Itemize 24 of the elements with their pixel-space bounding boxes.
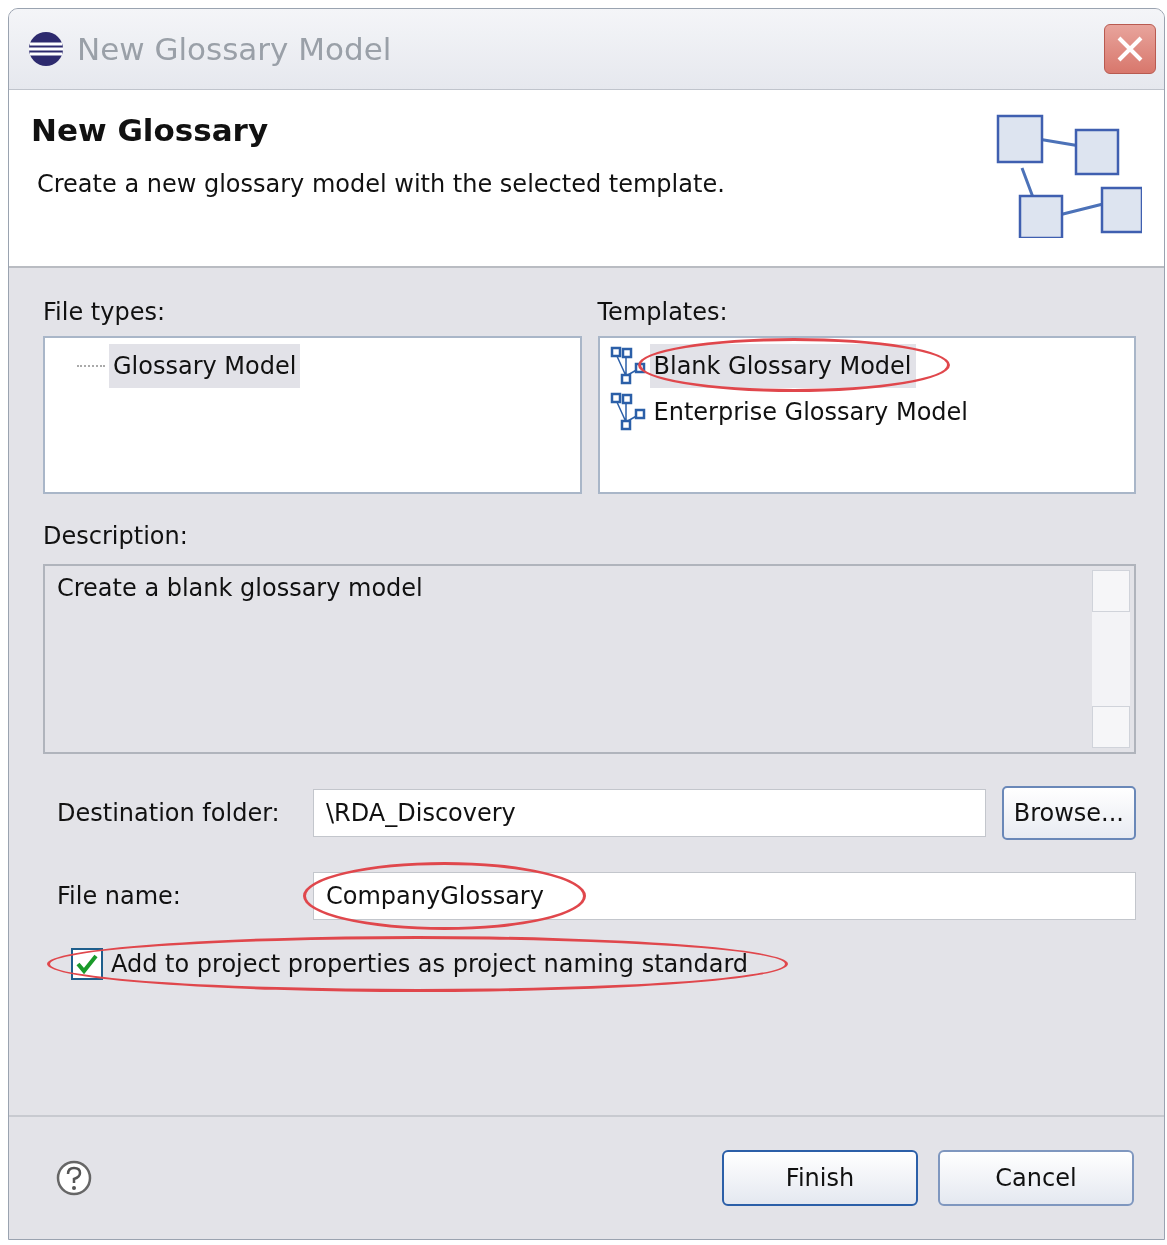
dialog-button[interactable]: Cancel <box>938 1150 1134 1206</box>
field-label: File name: <box>57 882 182 910</box>
wizard-title: New Glossary <box>31 112 270 148</box>
checkbox-label: Add to project properties as project naming standard <box>111 950 749 978</box>
file-name-field[interactable]: CompanyGlossary <box>313 872 1136 920</box>
tree-item[interactable]: Glossary Model <box>109 344 301 388</box>
section-label: Templates: <box>597 298 729 326</box>
globe-icon <box>27 30 65 68</box>
wizard-description: Create a new glossary model with the selected template. <box>37 170 726 198</box>
checkbox[interactable] <box>71 948 103 980</box>
close-icon <box>1115 34 1145 64</box>
window-title: New Glossary Model <box>77 31 393 67</box>
section-label: File types: <box>43 298 166 326</box>
scrollbar[interactable] <box>1092 570 1130 748</box>
template-item[interactable]: Blank Glossary Model <box>649 344 916 388</box>
section-label: Description: <box>43 522 189 550</box>
close-button[interactable] <box>1104 24 1156 74</box>
description-text: Create a blank glossary model <box>56 573 424 604</box>
destination-field[interactable]: \RDA_Discovery <box>313 789 986 837</box>
template-item[interactable]: Enterprise Glossary Model <box>649 390 972 434</box>
field-label: Destination folder: <box>57 799 281 827</box>
browse-button[interactable]: Browse... <box>1001 786 1136 840</box>
dialog-button[interactable]: Finish <box>722 1150 918 1206</box>
help-icon[interactable] <box>55 1159 93 1197</box>
